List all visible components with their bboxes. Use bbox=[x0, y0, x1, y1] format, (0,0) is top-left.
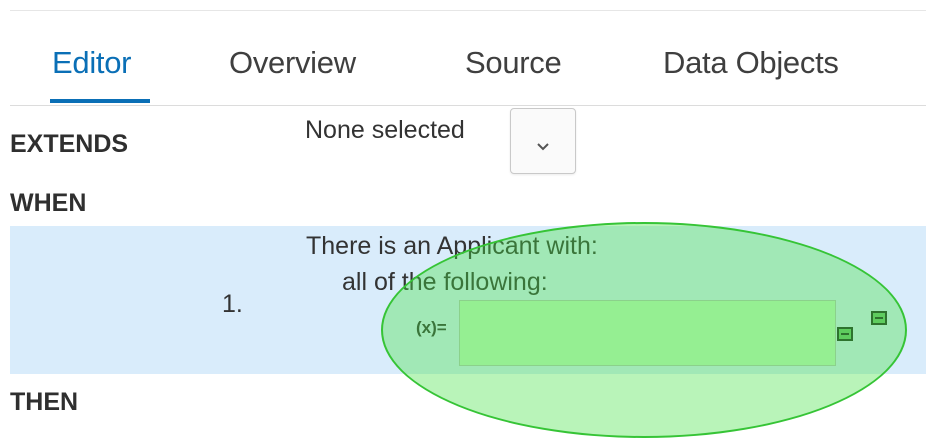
tab-source[interactable]: Source bbox=[465, 45, 562, 81]
remove-pattern-icon[interactable] bbox=[871, 311, 887, 325]
variable-binding-label[interactable]: (x)= bbox=[416, 318, 447, 338]
constraint-value-input[interactable] bbox=[459, 300, 836, 366]
minus-bar bbox=[875, 317, 883, 319]
extends-selected-value: None selected bbox=[305, 116, 465, 144]
remove-field-icon[interactable] bbox=[837, 327, 853, 341]
constraint-text[interactable]: all of the following: bbox=[342, 268, 548, 297]
chevron-down-icon bbox=[537, 143, 549, 151]
condition-number: 1. bbox=[222, 290, 243, 318]
minus-bar bbox=[841, 333, 849, 335]
tab-bar: Editor Overview Source Data Objects bbox=[10, 11, 926, 106]
tab-overview[interactable]: Overview bbox=[229, 45, 356, 81]
extends-dropdown-button[interactable] bbox=[510, 108, 576, 174]
when-label: WHEN bbox=[10, 189, 87, 217]
fact-pattern-text[interactable]: There is an Applicant with: bbox=[306, 232, 598, 261]
tab-editor[interactable]: Editor bbox=[52, 45, 131, 81]
tab-data-objects[interactable]: Data Objects bbox=[663, 45, 839, 81]
then-label: THEN bbox=[10, 388, 79, 416]
active-tab-indicator bbox=[50, 99, 150, 103]
extends-label: EXTENDS bbox=[10, 130, 129, 158]
